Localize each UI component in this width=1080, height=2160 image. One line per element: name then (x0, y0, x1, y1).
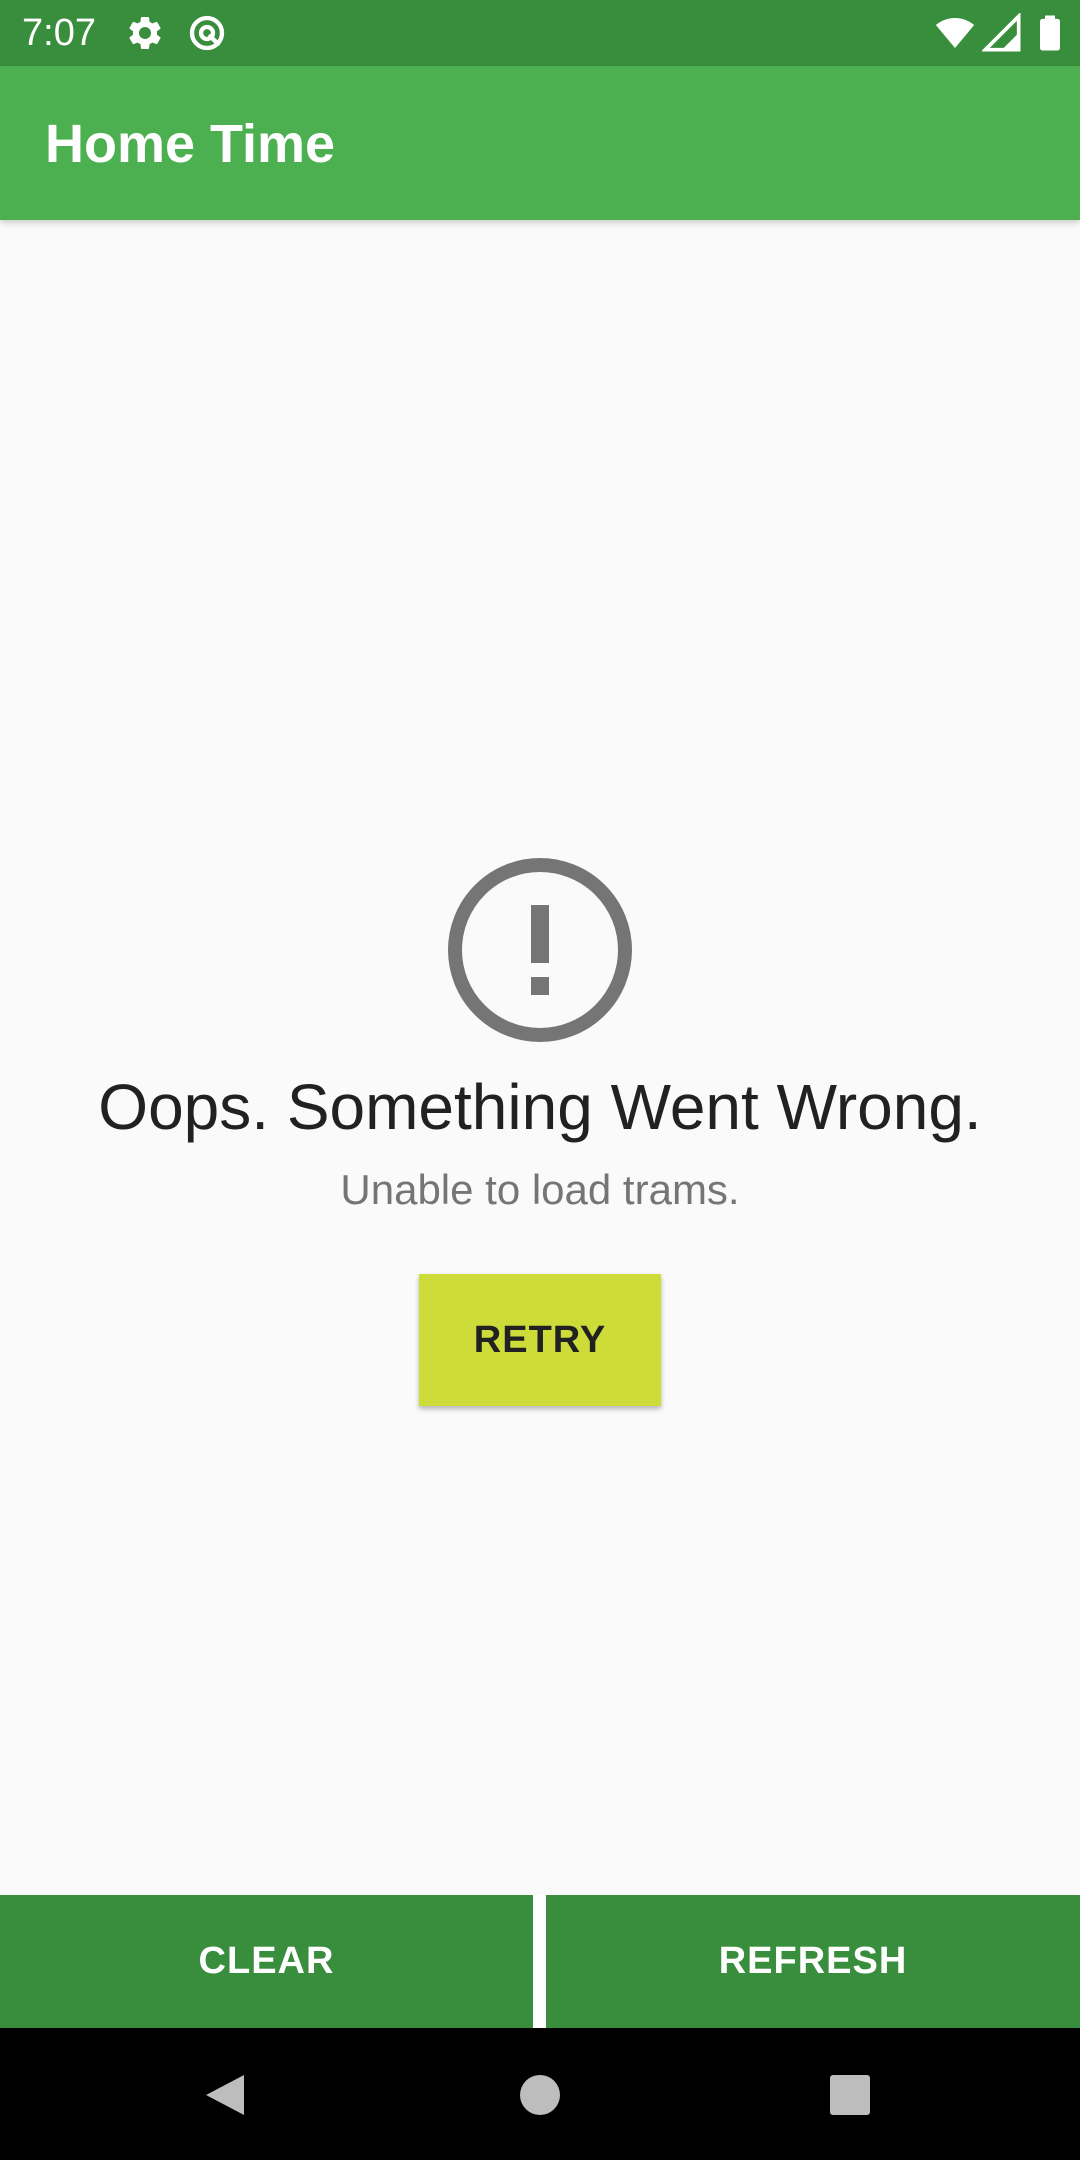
home-icon[interactable] (518, 2073, 562, 2117)
recents-icon[interactable] (828, 2073, 872, 2117)
status-time: 7:07 (22, 12, 96, 54)
clear-button[interactable]: CLEAR (0, 1895, 533, 2028)
signal-icon (982, 13, 1021, 52)
error-state: Oops. Something Went Wrong. Unable to lo… (0, 855, 1080, 1215)
app-screen: 7:07 Home Time Oops. Something Went Wron… (0, 0, 1080, 2160)
exclamation-circle-icon (448, 858, 632, 1042)
at-icon (189, 15, 225, 51)
bottom-action-bar: CLEAR REFRESH (0, 1895, 1080, 2028)
back-icon[interactable] (204, 2073, 248, 2117)
gear-icon (129, 16, 161, 49)
wifi-icon (935, 18, 975, 48)
app-bar: Home Time (0, 66, 1080, 220)
status-bar: 7:07 (0, 0, 1080, 66)
system-navigation-bar (0, 2028, 1080, 2160)
app-title: Home Time (45, 114, 336, 174)
error-message: Unable to load trams. (340, 1166, 740, 1213)
error-title: Oops. Something Went Wrong. (98, 1071, 982, 1143)
refresh-button[interactable]: REFRESH (546, 1895, 1080, 2028)
battery-icon (1040, 15, 1060, 51)
retry-button[interactable]: RETRY (419, 1274, 661, 1406)
